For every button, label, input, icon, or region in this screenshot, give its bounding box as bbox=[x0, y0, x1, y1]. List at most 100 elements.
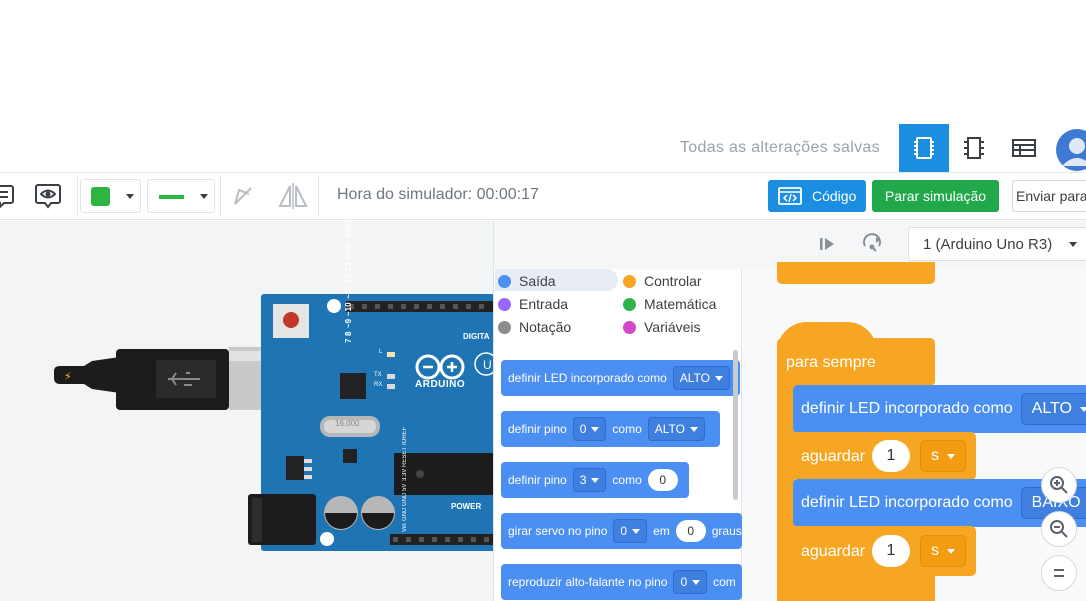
zoom-out-icon bbox=[1050, 520, 1068, 538]
forever-block-bottom bbox=[777, 575, 935, 601]
wait-value-input[interactable]: 1 bbox=[872, 535, 910, 567]
fill-color-swatch bbox=[91, 187, 110, 206]
crystal-label: 16.000 bbox=[335, 419, 360, 428]
wait-unit-dropdown[interactable]: s bbox=[920, 440, 966, 472]
set-led-block-1[interactable]: definir LED incorporado como ALTO bbox=[793, 385, 1086, 433]
category-dot bbox=[623, 297, 636, 311]
category-variables[interactable]: Variáveis bbox=[623, 319, 701, 335]
arduino-circuit[interactable]: ⚡ U bbox=[0, 221, 493, 601]
chevron-down-icon bbox=[714, 375, 723, 381]
pin-label: GND bbox=[402, 508, 408, 522]
zoom-in-button[interactable] bbox=[1041, 467, 1077, 503]
dropdown-value: ALTO bbox=[679, 371, 710, 385]
stop-simulation-button[interactable]: Parar simulação bbox=[872, 180, 999, 212]
chevron-down-icon bbox=[1069, 242, 1077, 247]
wait-unit-dropdown[interactable]: s bbox=[920, 535, 966, 567]
block-text: definir pino bbox=[508, 473, 567, 487]
palette-block-play-speaker[interactable]: reproduzir alto-falante no pino 0 com bbox=[501, 564, 742, 600]
restart-button[interactable] bbox=[860, 232, 886, 256]
block-number-input[interactable]: 0 bbox=[647, 469, 678, 491]
palette-block-set-pin[interactable]: definir pino 0 como ALTO bbox=[501, 411, 720, 447]
dropdown-value: 3 bbox=[579, 473, 587, 487]
category-control[interactable]: Controlar bbox=[623, 273, 702, 289]
wait-value-input[interactable]: 1 bbox=[872, 440, 910, 472]
component-list-icon bbox=[1012, 139, 1036, 157]
dropdown-value: s bbox=[931, 447, 939, 464]
digital-pin-labels: 7 8 ~9 ~10 ~11 12 13 GND AREF bbox=[344, 217, 353, 343]
block-dropdown[interactable]: ALTO bbox=[1020, 393, 1086, 425]
block-dropdown[interactable]: 0 bbox=[572, 417, 607, 441]
eye-icon bbox=[35, 184, 61, 209]
dropdown-value: 0 bbox=[680, 575, 688, 589]
svg-text:⚡: ⚡ bbox=[64, 370, 72, 383]
pin-label: 12 bbox=[344, 274, 353, 284]
partial-block[interactable] bbox=[777, 262, 935, 284]
circuit-canvas[interactable]: ⚡ U ARDUINO DIGITA POWER 16.000 L TX RX … bbox=[0, 217, 493, 601]
palette-block-set-builtin-led[interactable]: definir LED incorporado como ALTO bbox=[501, 360, 740, 396]
block-dropdown[interactable]: ALTO bbox=[647, 417, 705, 441]
block-text: girar servo no pino bbox=[508, 524, 608, 538]
fill-color-picker[interactable] bbox=[80, 179, 141, 213]
block-text: como bbox=[612, 473, 642, 487]
category-label: Controlar bbox=[644, 273, 702, 289]
device-select-value: 1 (Arduino Uno R3) bbox=[923, 235, 1053, 253]
zoom-out-button[interactable] bbox=[1041, 511, 1077, 547]
circuit-view-button[interactable] bbox=[899, 124, 949, 172]
restart-icon bbox=[863, 233, 881, 252]
user-avatar-icon bbox=[1056, 129, 1086, 171]
category-output[interactable]: Saída bbox=[498, 273, 556, 289]
block-dropdown[interactable]: 0 bbox=[673, 570, 708, 594]
send-to-button[interactable]: Enviar para bbox=[1012, 180, 1086, 212]
toolbar-divider bbox=[77, 176, 78, 216]
avatar-button[interactable] bbox=[1049, 124, 1086, 172]
code-button[interactable]: Código bbox=[768, 180, 866, 212]
block-text: definir LED incorporado como bbox=[801, 400, 1013, 417]
pin-label: GND bbox=[344, 241, 353, 260]
zoom-reset-button[interactable] bbox=[1041, 555, 1077, 591]
component-list-button[interactable] bbox=[999, 124, 1049, 172]
category-label: Saída bbox=[519, 273, 556, 289]
block-number-input[interactable]: 0 bbox=[675, 520, 706, 542]
device-select[interactable]: 1 (Arduino Uno R3) bbox=[908, 227, 1086, 261]
step-button[interactable] bbox=[816, 233, 840, 255]
category-dot bbox=[498, 297, 511, 311]
led-label-tx: TX bbox=[374, 372, 382, 378]
chevron-down-icon bbox=[947, 548, 955, 554]
pin-label: GND bbox=[402, 492, 408, 507]
block-dropdown[interactable]: 0 bbox=[613, 519, 648, 543]
notes-button[interactable] bbox=[0, 182, 14, 210]
palette-block-rotate-servo[interactable]: girar servo no pino 0 em 0 graus bbox=[501, 513, 742, 549]
block-dropdown[interactable]: 3 bbox=[572, 468, 607, 492]
dropdown-value: 0 bbox=[620, 524, 628, 538]
block-text: reproduzir alto-falante no pino bbox=[508, 575, 668, 589]
chevron-down-icon bbox=[126, 194, 134, 199]
block-dropdown[interactable]: ALTO bbox=[672, 366, 730, 390]
pin-label: 3.3V bbox=[402, 469, 408, 482]
forever-block-cap bbox=[777, 322, 877, 352]
chevron-down-icon bbox=[200, 194, 208, 199]
chevron-down-icon bbox=[689, 426, 698, 432]
simulator-time: Hora do simulador: 00:00:17 bbox=[337, 186, 539, 203]
category-label: Entrada bbox=[519, 296, 569, 312]
notes-visibility-button[interactable] bbox=[33, 182, 63, 210]
arduino-brand-label: ARDUINO bbox=[415, 379, 466, 390]
category-input[interactable]: Entrada bbox=[498, 296, 568, 312]
palette-block-set-pin-value[interactable]: definir pino 3 como 0 bbox=[501, 462, 689, 498]
pin-label: ~10 bbox=[344, 302, 353, 316]
palette-scrollbar[interactable] bbox=[733, 350, 738, 500]
schematic-view-button[interactable] bbox=[949, 124, 999, 172]
category-notation[interactable]: Notação bbox=[498, 319, 571, 335]
category-label: Matemática bbox=[644, 296, 717, 312]
category-dot bbox=[498, 320, 511, 334]
category-dot bbox=[498, 274, 511, 288]
pin-label: AREF bbox=[344, 216, 353, 239]
toolbar-divider bbox=[318, 176, 319, 216]
wire-color-picker[interactable] bbox=[147, 179, 215, 213]
category-math[interactable]: Matemática bbox=[623, 296, 716, 312]
notes-icon bbox=[0, 185, 14, 209]
save-status: Todas as alterações salvas bbox=[680, 139, 880, 156]
block-text: definir LED incorporado como bbox=[801, 494, 1013, 511]
mirror-button[interactable] bbox=[276, 182, 310, 210]
step-icon bbox=[820, 238, 834, 250]
rotate-button[interactable] bbox=[229, 182, 257, 210]
